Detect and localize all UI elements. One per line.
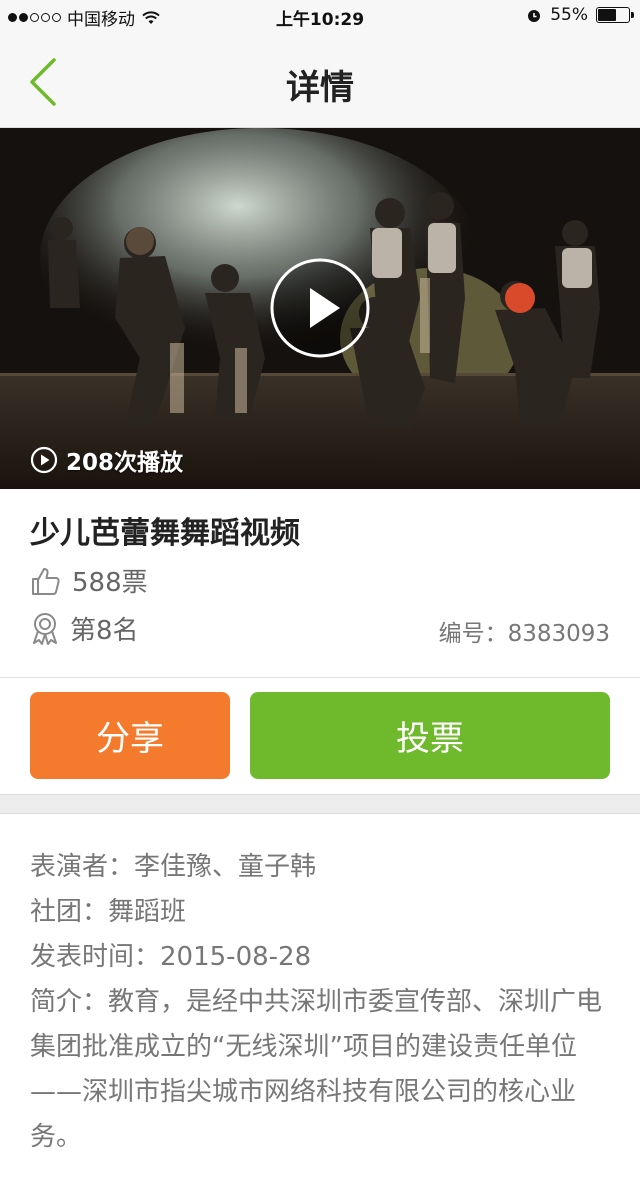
vote-count: 588票	[30, 562, 148, 599]
vote-button[interactable]: 投票	[250, 692, 610, 779]
serial-label: 编号：	[438, 621, 508, 647]
section-separator	[0, 794, 640, 814]
intro-row: 简介：教育，是经中共深圳市委宣传部、深圳广电集团批准成立的“无线深圳”项目的建设…	[30, 980, 615, 1160]
video-player[interactable]: 208次播放	[0, 128, 640, 489]
play-button-icon[interactable]	[270, 258, 370, 358]
vote-button-label: 投票	[396, 719, 464, 759]
vote-count-text: 588票	[72, 568, 148, 598]
serial-number: 编号：8383093	[439, 614, 610, 648]
club-value: 舞蹈班	[108, 897, 187, 927]
alarm-icon	[528, 10, 541, 22]
date-label: 发表时间：	[30, 942, 161, 972]
share-button-label: 分享	[96, 719, 164, 759]
rank-info: 第8名	[30, 610, 139, 647]
performer-label: 表演者：	[30, 852, 135, 882]
divider	[0, 677, 640, 678]
info-section: 表演者：李佳豫、童子韩 社团：舞蹈班 发表时间：2015-08-28 简介：教育…	[30, 845, 615, 1160]
video-title: 少儿芭蕾舞舞蹈视频	[30, 516, 300, 551]
status-right: 55%	[526, 5, 634, 25]
battery-percent: 55%	[550, 5, 588, 25]
play-count: 208次播放	[30, 443, 183, 477]
share-button[interactable]: 分享	[30, 692, 230, 779]
date-value: 2015-08-28	[160, 942, 312, 972]
performer-value: 李佳豫、童子韩	[134, 852, 317, 882]
page-title: 详情	[286, 68, 354, 108]
club-label: 社团：	[30, 897, 109, 927]
intro-label: 简介：	[30, 987, 109, 1017]
thumbs-up-icon	[32, 567, 60, 595]
date-row: 发表时间：2015-08-28	[30, 935, 615, 980]
serial-value: 8383093	[507, 621, 610, 647]
battery-icon	[596, 7, 634, 23]
rank-text: 第8名	[70, 616, 139, 646]
intro-value: 教育，是经中共深圳市委宣传部、深圳广电集团批准成立的“无线深圳”项目的建设责任单…	[30, 987, 603, 1152]
performer-row: 表演者：李佳豫、童子韩	[30, 845, 615, 890]
nav-bar: 详情	[0, 32, 640, 128]
status-bar: 中国移动 上午10:29 55%	[0, 0, 640, 32]
play-count-text: 208次播放	[66, 450, 184, 476]
award-ribbon-icon	[33, 612, 57, 645]
play-count-icon	[30, 446, 58, 474]
club-row: 社团：舞蹈班	[30, 890, 615, 935]
